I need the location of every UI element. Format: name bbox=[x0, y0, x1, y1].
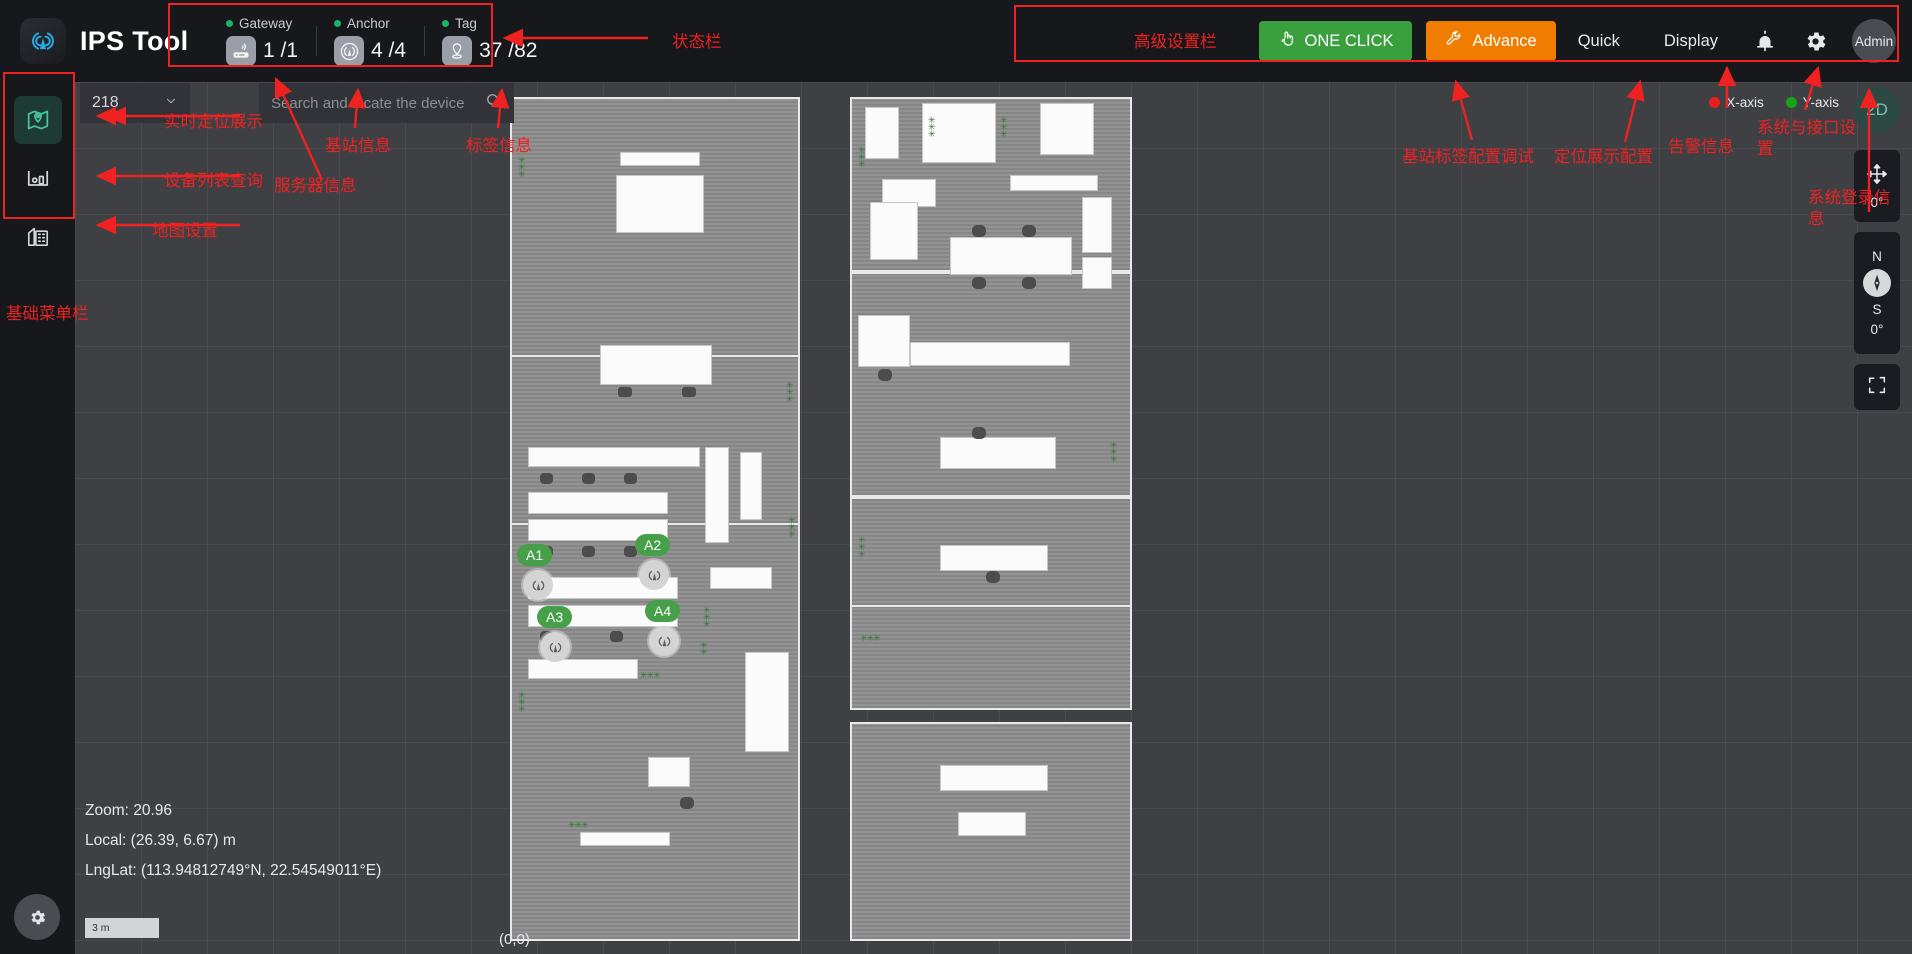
status-cell-gateway: Gateway 1 /1 bbox=[208, 16, 316, 66]
alarm-bell-icon[interactable] bbox=[1740, 29, 1790, 53]
tag-label: Tag bbox=[455, 16, 477, 31]
gateway-body: 1 /1 bbox=[226, 36, 298, 66]
tag-pin-icon bbox=[442, 36, 473, 66]
ips-tool-app: IPS Tool Gateway 1 /1 Anchor 4 /4 Tag 37… bbox=[0, 0, 1912, 954]
status-cell-anchor: Anchor 4 /4 bbox=[316, 16, 424, 66]
signal-tower-icon bbox=[20, 18, 66, 64]
display-button[interactable]: Display bbox=[1642, 32, 1740, 51]
anchor-label: Anchor bbox=[347, 16, 390, 31]
local-coord-readout: Local: (26.39, 6.67) m bbox=[85, 832, 236, 849]
floor-selector[interactable]: 218 bbox=[80, 83, 190, 123]
pan-angle: 0° bbox=[1870, 195, 1884, 210]
gateway-value: 1 /1 bbox=[263, 39, 299, 62]
search-icon[interactable] bbox=[485, 92, 502, 114]
left-sidebar bbox=[0, 82, 75, 954]
origin-label: (0,0) bbox=[499, 931, 530, 948]
gear-icon[interactable] bbox=[1790, 29, 1840, 54]
advance-label: Advance bbox=[1472, 31, 1537, 50]
axis-legend-x: X-axis bbox=[1709, 95, 1764, 110]
floor-selector-value: 218 bbox=[92, 94, 119, 111]
device-list-icon bbox=[27, 170, 48, 186]
app-title: IPS Tool bbox=[80, 25, 189, 56]
anchor-body: 4 /4 bbox=[334, 36, 406, 66]
wrench-icon bbox=[1445, 29, 1464, 53]
status-dot-gateway bbox=[226, 20, 233, 27]
top-right-actions: ONE CLICK Advance Quick Display Admin bbox=[1258, 19, 1912, 63]
gateway-label: Gateway bbox=[239, 16, 293, 31]
lnglat-readout: LngLat: (113.94812749°N, 22.54549011°E) bbox=[85, 862, 382, 879]
status-dot-tag bbox=[442, 20, 450, 27]
advance-button[interactable]: Advance bbox=[1426, 21, 1556, 61]
tag-body: 37 /82 bbox=[442, 36, 537, 66]
tag-head: Tag bbox=[442, 16, 537, 31]
anchor-antenna-icon bbox=[649, 626, 679, 656]
compass-control[interactable]: N S 0° bbox=[1854, 232, 1900, 354]
location-pin-map-icon bbox=[27, 110, 48, 130]
y-axis-label: Y-axis bbox=[1802, 95, 1839, 110]
anchor-label-A3[interactable]: A3 bbox=[537, 606, 573, 628]
hand-click-icon bbox=[1278, 29, 1297, 53]
anchor-label-A2[interactable]: A2 bbox=[635, 534, 671, 556]
zoom-readout: Zoom: 20.96 bbox=[85, 802, 173, 819]
anchor-label-A1[interactable]: A1 bbox=[517, 544, 553, 566]
fullscreen-icon bbox=[1866, 374, 1888, 401]
axis-legend: X-axis Y-axis bbox=[1709, 95, 1839, 110]
tag-value: 37 /82 bbox=[479, 39, 538, 62]
compass-south-label: S bbox=[1872, 302, 1882, 317]
compass-angle: 0° bbox=[1870, 322, 1884, 337]
map-info-overlay: Zoom: 20.96 Local: (26.39, 6.67) m LngLa… bbox=[85, 796, 381, 886]
chevron-down-icon bbox=[164, 94, 178, 113]
user-label: Admin bbox=[1854, 33, 1894, 49]
move-arrows-icon bbox=[1865, 162, 1889, 191]
search-box[interactable] bbox=[259, 83, 514, 123]
fullscreen-button[interactable] bbox=[1854, 364, 1900, 410]
compass-north-label: N bbox=[1872, 249, 1882, 264]
view-mode-toggle[interactable]: 2D bbox=[1854, 87, 1900, 133]
map-canvas[interactable]: ✳ ✳ ✳ ✳ ✳ ✳ ✳ ✳ ✳ ✳ ✳ ✳ ✳ ✳ ✳ ✳ ✳ ✳✳✳ ✳✳✳ bbox=[75, 82, 1912, 954]
search-input[interactable] bbox=[271, 94, 485, 112]
sidebar-item-device-list[interactable] bbox=[14, 154, 62, 202]
sidebar-item-map-settings[interactable] bbox=[14, 212, 62, 260]
anchor-antenna-icon bbox=[523, 570, 553, 600]
y-axis-dot bbox=[1785, 97, 1797, 108]
floorplan: ✳ ✳ ✳ ✳ ✳ ✳ ✳ ✳ ✳ ✳ ✳ ✳ ✳ ✳ ✳ ✳ ✳ ✳✳✳ ✳✳✳ bbox=[510, 97, 1132, 941]
quick-button[interactable]: Quick bbox=[1556, 32, 1642, 51]
gateway-head: Gateway bbox=[226, 16, 298, 31]
one-click-button[interactable]: ONE CLICK bbox=[1258, 21, 1413, 61]
x-axis-label: X-axis bbox=[1726, 95, 1764, 110]
status-cell-tag: Tag 37 /82 bbox=[424, 16, 555, 66]
anchor-antenna-icon bbox=[334, 36, 365, 66]
sidebar-settings-button[interactable] bbox=[14, 894, 60, 940]
status-dot-anchor bbox=[334, 20, 342, 27]
router-icon bbox=[226, 36, 256, 66]
anchor-antenna-icon bbox=[639, 560, 669, 590]
status-bar: Gateway 1 /1 Anchor 4 /4 Tag 37 /82 bbox=[208, 10, 555, 72]
anchor-value: 4 /4 bbox=[371, 39, 407, 62]
one-click-label: ONE CLICK bbox=[1304, 31, 1394, 50]
brand: IPS Tool bbox=[0, 18, 200, 64]
top-bar: IPS Tool Gateway 1 /1 Anchor 4 /4 Tag 37… bbox=[0, 0, 1912, 82]
anchor-head: Anchor bbox=[334, 16, 406, 31]
compass-needle-icon bbox=[1863, 269, 1891, 297]
x-axis-dot bbox=[1709, 97, 1721, 108]
gear-icon bbox=[30, 910, 45, 924]
building-map-icon bbox=[27, 227, 48, 247]
axis-legend-y: Y-axis bbox=[1785, 95, 1839, 110]
sidebar-item-realtime-positioning[interactable] bbox=[13, 96, 62, 144]
scale-bar: 3 m bbox=[85, 918, 159, 938]
anchor-label-A4[interactable]: A4 bbox=[645, 600, 681, 622]
pan-control[interactable]: 0° bbox=[1854, 150, 1900, 222]
avatar[interactable]: Admin bbox=[1852, 19, 1896, 63]
anchor-antenna-icon bbox=[540, 632, 570, 662]
